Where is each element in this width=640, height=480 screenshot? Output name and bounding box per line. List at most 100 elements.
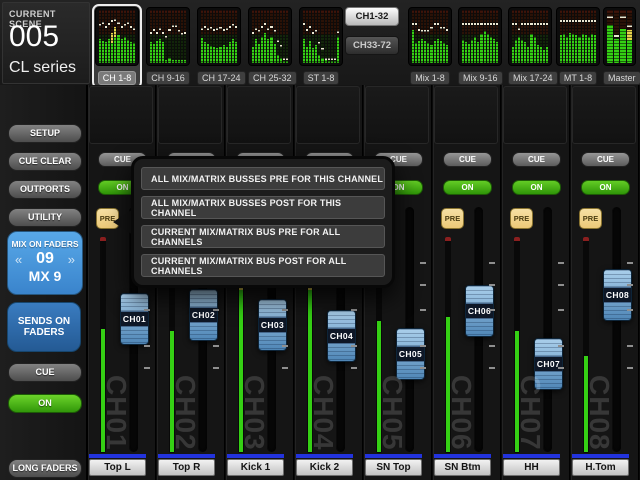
- fader-cap-label: CH08: [604, 287, 631, 303]
- meter-bar: [331, 10, 333, 63]
- meter-bar: [594, 10, 596, 63]
- meter-block[interactable]: CH 17-24: [194, 4, 244, 89]
- strip-cue-button[interactable]: CUE: [512, 152, 561, 167]
- strip-on-button[interactable]: ON: [581, 180, 630, 195]
- fader-cap[interactable]: CH04: [327, 310, 356, 362]
- fader-cap[interactable]: CH03: [258, 299, 287, 351]
- meter-bar: [515, 10, 517, 63]
- fader-scale-tick: [627, 309, 633, 311]
- strip-on-button[interactable]: ON: [512, 180, 561, 195]
- strip-processing-box[interactable]: [89, 86, 153, 144]
- menu-item[interactable]: CURRENT MIX/MATRIX BUS PRE FOR ALL CHANN…: [141, 225, 385, 248]
- menu-item[interactable]: ALL MIX/MATRIX BUSSES POST FOR THIS CHAN…: [141, 196, 385, 219]
- channel-watermark: CH04: [307, 375, 339, 451]
- strip-processing-box[interactable]: [296, 86, 360, 144]
- fader-scale-tick: [351, 309, 357, 311]
- bank-ch1-32-button[interactable]: CH1-32: [345, 7, 399, 26]
- fader-cap-label: CH03: [259, 317, 286, 333]
- channel-name-plate[interactable]: SN Top: [365, 459, 422, 476]
- channel-name-plate[interactable]: Top R: [158, 459, 215, 476]
- meter-block[interactable]: ST 1-8: [296, 4, 346, 89]
- strip-processing-box[interactable]: [434, 86, 498, 144]
- channel-color-bar: [434, 454, 491, 458]
- channel-color-bar: [89, 454, 146, 458]
- meter-bar: [99, 10, 101, 63]
- strip-processing-box[interactable]: [572, 86, 636, 144]
- strip-processing-box[interactable]: [227, 86, 291, 144]
- meter-bar: [175, 10, 177, 63]
- channel-watermark: CH02: [169, 375, 201, 451]
- meter-block-bars: [95, 7, 139, 66]
- mix-number: 09: [36, 250, 54, 268]
- channel-name-plate[interactable]: Top L: [89, 459, 146, 476]
- meter-bar: [102, 10, 104, 63]
- mix-on-faders-panel[interactable]: MIX ON FADERS « 09 » MX 9: [7, 231, 83, 295]
- meter-bar: [168, 10, 170, 63]
- sidebar-cue-button[interactable]: CUE: [8, 363, 82, 382]
- setup-button[interactable]: SETUP: [8, 124, 82, 143]
- menu-item[interactable]: ALL MIX/MATRIX BUSSES PRE FOR THIS CHANN…: [141, 167, 385, 190]
- meter-bar: [527, 10, 529, 63]
- meter-bar: [321, 10, 323, 63]
- mix-next-icon[interactable]: »: [68, 252, 75, 267]
- fader-cap[interactable]: CH02: [189, 289, 218, 341]
- meter-block[interactable]: Mix 9-16: [455, 4, 505, 89]
- meter-bar: [468, 10, 470, 63]
- fader-cap[interactable]: CH08: [603, 269, 632, 321]
- sends-on-faders-button[interactable]: SENDS ON FADERS: [7, 302, 81, 352]
- channel-color-bar: [365, 454, 422, 458]
- bank-ch33-72-button[interactable]: CH33-72: [345, 36, 399, 55]
- meter-bar: [543, 10, 545, 63]
- meter-bar: [267, 10, 269, 63]
- meter-block-bars: [556, 7, 600, 66]
- fader-cap[interactable]: CH01: [120, 293, 149, 345]
- strip-on-button[interactable]: ON: [443, 180, 492, 195]
- strip-cue-button[interactable]: CUE: [443, 152, 492, 167]
- utility-button[interactable]: UTILITY: [8, 208, 82, 227]
- outports-button[interactable]: OUTPORTS: [8, 180, 82, 199]
- meter-block[interactable]: Master: [600, 4, 639, 89]
- meter-bar: [415, 10, 417, 63]
- meter-bar: [178, 10, 180, 63]
- meter-block-bars: [299, 7, 343, 66]
- channel-name-plate[interactable]: H.Tom: [572, 459, 629, 476]
- channel-name-plate[interactable]: SN Btm: [434, 459, 491, 476]
- meter-block[interactable]: CH 25-32: [245, 4, 295, 89]
- long-faders-button[interactable]: LONG FADERS: [8, 459, 82, 478]
- meter-bar: [540, 10, 542, 63]
- meter-block[interactable]: Mix 17-24: [505, 4, 555, 89]
- fader-cap[interactable]: CH05: [396, 328, 425, 380]
- meter-bar: [159, 10, 161, 63]
- strip-processing-box[interactable]: [503, 86, 567, 144]
- channel-name-plate[interactable]: Kick 1: [227, 459, 284, 476]
- fader-scale-tick: [144, 309, 150, 311]
- meter-block[interactable]: CH 1-8: [92, 4, 142, 89]
- menu-item[interactable]: CURRENT MIX/MATRIX BUS POST FOR ALL CHAN…: [141, 254, 385, 277]
- strip-cue-button[interactable]: CUE: [581, 152, 630, 167]
- meter-bar: [111, 10, 113, 63]
- meter-block-label: ST 1-8: [303, 71, 340, 85]
- channel-name-plate[interactable]: Kick 2: [296, 459, 353, 476]
- fader-scale-tick: [420, 309, 426, 311]
- strip-pre-button[interactable]: PRE: [510, 208, 533, 229]
- clip-indicator: [514, 237, 520, 241]
- channel-strip: CUE ON PRE CH06 CH06 SN Btm: [433, 85, 500, 480]
- meter-block[interactable]: CH 9-16: [143, 4, 193, 89]
- fader-scale-tick: [351, 367, 357, 369]
- strip-processing-box[interactable]: [158, 86, 222, 144]
- meter-block[interactable]: Mix 1-8: [405, 4, 455, 89]
- meter-bar: [421, 10, 423, 63]
- fader-cap[interactable]: CH06: [465, 285, 494, 337]
- meter-block[interactable]: MT 1-8: [553, 4, 603, 89]
- meter-bar: [578, 10, 580, 63]
- scene-panel[interactable]: CURRENT SCENE 005 CL series: [2, 2, 90, 84]
- meter-bar: [430, 10, 432, 63]
- strip-pre-button[interactable]: PRE: [441, 208, 464, 229]
- mix-prev-icon[interactable]: «: [15, 252, 22, 267]
- strip-pre-button[interactable]: PRE: [579, 208, 602, 229]
- cue-clear-button[interactable]: CUE CLEAR: [8, 152, 82, 171]
- sidebar-on-button[interactable]: ON: [8, 394, 82, 413]
- channel-name-plate[interactable]: HH: [503, 459, 560, 476]
- strip-processing-box[interactable]: [365, 86, 429, 144]
- popup-pointer: [113, 209, 133, 235]
